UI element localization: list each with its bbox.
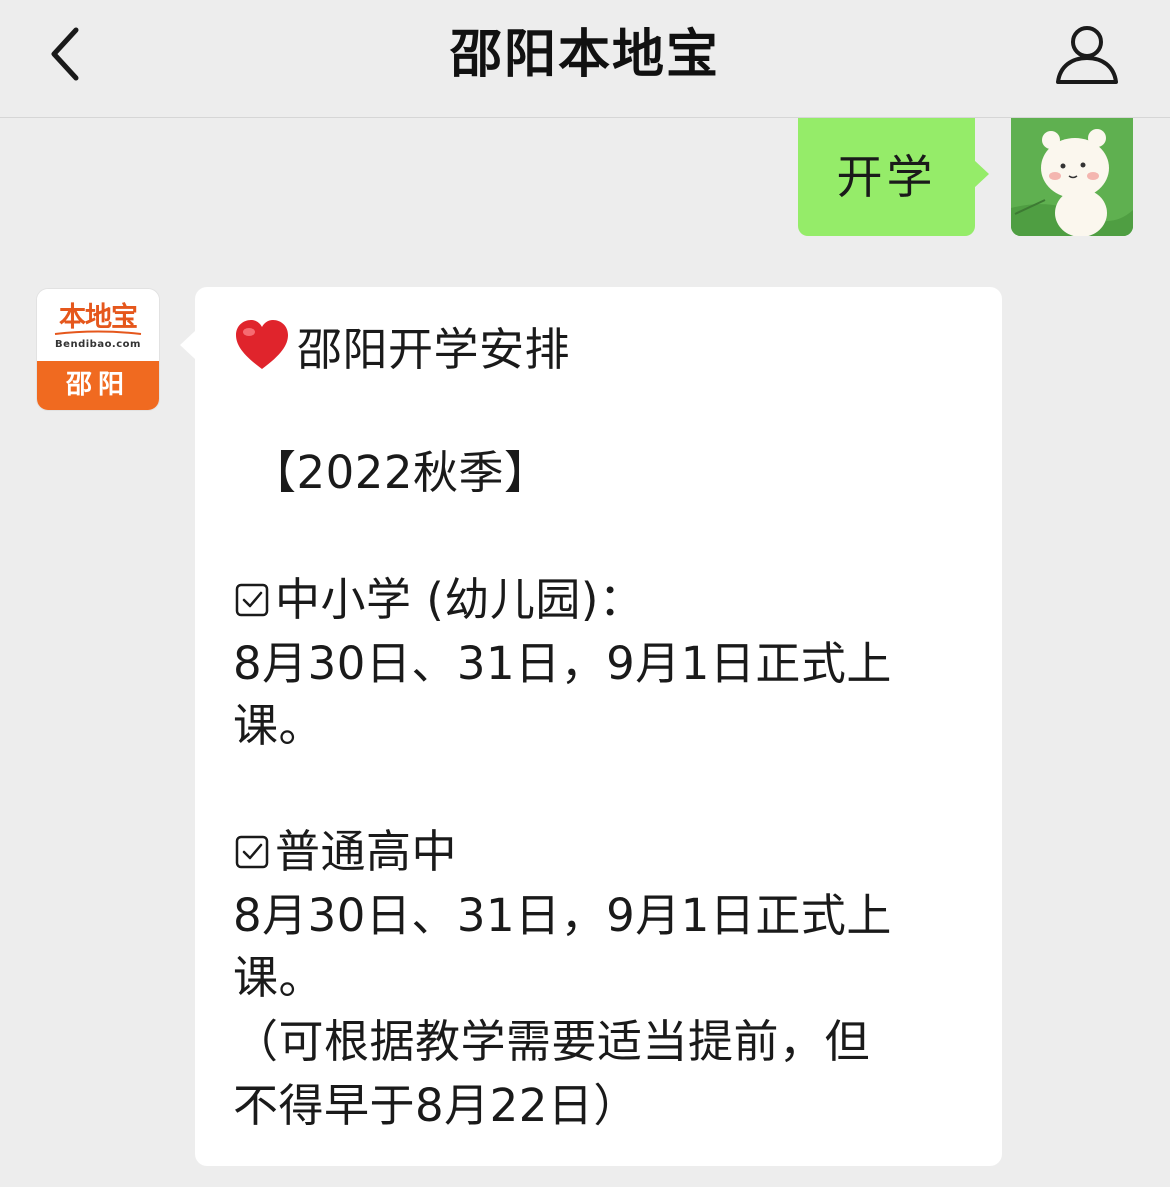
incoming-bubble[interactable]: 邵阳开学安排 【2022秋季】 中小学 (幼儿园)： 8月30日、31日，9月1… xyxy=(180,287,1002,1166)
person-icon xyxy=(1056,26,1118,84)
user-avatar[interactable] xyxy=(1011,118,1133,236)
checkbox-icon xyxy=(235,571,269,617)
section2-end: 课。 xyxy=(233,951,325,1004)
heart-icon xyxy=(233,317,291,375)
section1-title: 中小学 (幼儿园)： xyxy=(275,573,645,626)
brand-swoosh-icon xyxy=(54,330,142,335)
bendibao-avatar[interactable]: 本地宝 Bendibao.com 邵阳 xyxy=(37,289,159,410)
section2-title: 普通高中 xyxy=(275,825,458,878)
brand-domain: Bendibao.com xyxy=(55,339,141,350)
outgoing-bubble[interactable]: 开学 xyxy=(798,118,989,236)
note-line-1: （可根据教学需要适当提前，但 xyxy=(233,1015,871,1068)
section1-dates: 8月30日、31日，9月1日正式上 xyxy=(233,637,892,690)
section2-title-line: 普通高中 xyxy=(233,821,457,883)
brand-city: 邵阳 xyxy=(37,361,159,410)
section1-title-line: 中小学 (幼儿园)： xyxy=(233,569,644,631)
checkbox-icon xyxy=(235,823,269,869)
profile-button[interactable] xyxy=(1052,22,1122,88)
bear-avatar-icon xyxy=(1011,118,1133,236)
message-heading-line: 邵阳开学安排 xyxy=(233,317,570,381)
note-line-2: 不得早于8月22日） xyxy=(233,1079,639,1132)
season-label: 【2022秋季】 xyxy=(251,446,550,499)
message-heading: 邵阳开学安排 xyxy=(297,323,571,376)
brand-logo-area: 本地宝 Bendibao.com xyxy=(37,289,159,361)
chat-title: 邵阳本地宝 xyxy=(449,25,720,85)
section1-end: 课。 xyxy=(233,699,325,752)
outgoing-message: 开学 xyxy=(0,118,1170,248)
section2-dates: 8月30日、31日，9月1日正式上 xyxy=(233,889,892,942)
chat-header: 邵阳本地宝 xyxy=(0,0,1170,118)
